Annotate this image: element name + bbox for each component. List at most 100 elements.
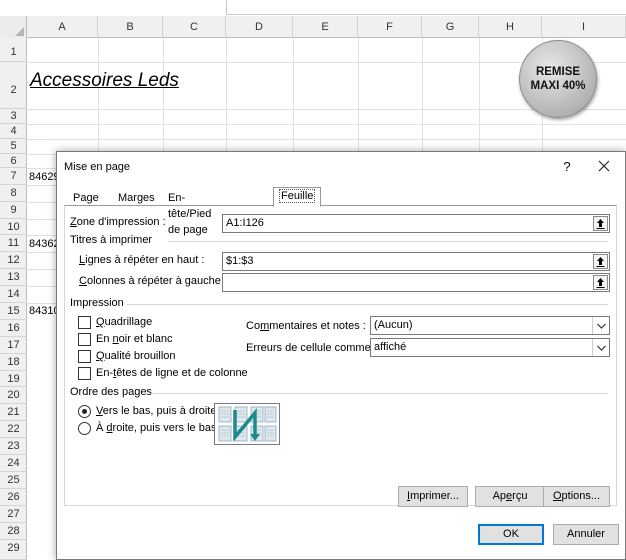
rows-repeat-value: $1:$3 (226, 255, 254, 267)
page-order-group-label: Ordre des pages (70, 386, 152, 398)
sheet-title-cell[interactable]: Accessoires Leds (30, 70, 179, 92)
over-then-down-radio[interactable] (78, 422, 91, 435)
options-button[interactable]: Options... (543, 486, 610, 507)
row-header[interactable]: 1 (0, 38, 27, 62)
column-header-i[interactable]: I (542, 16, 626, 38)
over-then-down-label: À droite, puis vers le bas (96, 422, 217, 434)
row-header[interactable]: 5 (0, 139, 27, 154)
row-header[interactable]: 12 (0, 252, 27, 269)
print-area-value: A1:I126 (226, 217, 264, 229)
cell-value[interactable]: 84310 (29, 305, 60, 317)
row-header[interactable]: 16 (0, 320, 27, 337)
row-header[interactable]: 25 (0, 472, 27, 489)
row-header[interactable]: 21 (0, 404, 27, 421)
down-then-over-radio[interactable] (78, 405, 91, 418)
black-white-label: En noir et blanc (96, 333, 173, 345)
tab-sheet[interactable]: Feuille (273, 187, 322, 207)
tab-margins[interactable]: Marges (112, 189, 161, 206)
row-header[interactable]: 24 (0, 455, 27, 472)
cancel-button[interactable]: Annuler (553, 524, 619, 545)
rows-repeat-input[interactable]: $1:$3 (222, 252, 610, 271)
row-header[interactable]: 4 (0, 124, 27, 139)
row-header[interactable]: 8 (0, 185, 27, 202)
row-header[interactable]: 3 (0, 109, 27, 124)
row-header[interactable]: 29 (0, 540, 27, 560)
badge-line-2: MAXI 40% (530, 80, 586, 92)
cell-value[interactable]: 84362 (29, 238, 60, 250)
print-area-label: Zone d'impression : (70, 216, 166, 228)
cell-errors-value: affiché (374, 341, 407, 353)
row-header[interactable]: 20 (0, 387, 27, 404)
range-select-icon (596, 278, 605, 288)
formula-bar[interactable] (226, 0, 626, 15)
row-header[interactable]: 14 (0, 286, 27, 303)
row-header[interactable]: 27 (0, 506, 27, 523)
row-header[interactable]: 18 (0, 354, 27, 371)
row-header[interactable]: 17 (0, 337, 27, 354)
cols-repeat-input[interactable] (222, 273, 610, 292)
column-header-g[interactable]: G (422, 16, 479, 38)
close-button[interactable] (594, 156, 614, 176)
column-header-f[interactable]: F (358, 16, 422, 38)
cell-errors-select[interactable]: affiché (370, 338, 610, 357)
print-button[interactable]: Imprimer... (398, 486, 468, 507)
help-button[interactable]: ? (557, 157, 577, 177)
cols-repeat-label: Colonnes à répéter à gauche : (79, 275, 227, 287)
row-header[interactable]: 23 (0, 438, 27, 455)
print-group-label: Impression (70, 297, 124, 309)
print-titles-group-label: Titres à imprimer (70, 234, 153, 246)
formula-bar-area (0, 0, 626, 16)
row-header[interactable]: 7 (0, 168, 27, 185)
row-header[interactable]: 10 (0, 219, 27, 235)
dialog-title: Mise en page (64, 161, 131, 173)
select-all-corner[interactable] (0, 16, 27, 38)
row-header[interactable]: 9 (0, 202, 27, 219)
row-header[interactable]: 22 (0, 421, 27, 438)
collapse-dialog-button[interactable] (593, 216, 608, 231)
discount-badge[interactable]: REMISE MAXI 40% (519, 40, 597, 118)
row-col-headings-label: En-têtes de ligne et de colonne (96, 367, 248, 379)
row-col-headings-checkbox[interactable] (78, 367, 91, 380)
cell-value[interactable]: 84629 (29, 171, 60, 183)
column-header-a[interactable]: A (27, 16, 98, 38)
row-header[interactable]: 19 (0, 371, 27, 387)
range-select-icon (596, 219, 605, 229)
column-header-c[interactable]: C (163, 16, 226, 38)
comments-select[interactable]: (Aucun) (370, 316, 610, 335)
row-headers: 1 2 3 4 5 6 7 8 9 10 11 12 13 14 15 16 1… (0, 38, 27, 560)
draft-quality-label: Qualité brouillon (96, 350, 176, 362)
column-headers: A B C D E F G H I (0, 16, 626, 38)
close-icon (598, 160, 610, 172)
tab-sheet-label: Feuille (279, 189, 316, 203)
sheet-tab-panel: Zone d'impression : A1:I126 Titres à imp… (64, 205, 617, 507)
column-header-d[interactable]: D (226, 16, 293, 38)
gridlines-label: Quadrillage (96, 316, 153, 328)
row-header[interactable]: 15 (0, 303, 27, 320)
column-header-b[interactable]: B (98, 16, 163, 38)
comments-value: (Aucun) (374, 319, 413, 331)
row-header[interactable]: 6 (0, 154, 27, 168)
row-header[interactable]: 28 (0, 523, 27, 540)
tab-header-footer[interactable]: En-tête/Pied de page (162, 189, 217, 236)
rows-repeat-label: Lignes à répéter en haut : (79, 254, 205, 266)
black-white-checkbox[interactable] (78, 333, 91, 346)
ok-button[interactable]: OK (478, 524, 544, 545)
column-header-h[interactable]: H (479, 16, 542, 38)
row-header[interactable]: 11 (0, 235, 27, 252)
collapse-dialog-button[interactable] (593, 275, 608, 290)
row-header[interactable]: 13 (0, 269, 27, 286)
down-then-over-label: Vers le bas, puis à droite (96, 405, 217, 417)
print-area-input[interactable]: A1:I126 (222, 214, 610, 233)
collapse-dialog-button[interactable] (593, 254, 608, 269)
badge-line-1: REMISE (535, 66, 581, 78)
row-header[interactable]: 2 (0, 62, 27, 109)
preview-button[interactable]: Aperçu (475, 486, 545, 507)
chevron-down-icon (592, 317, 609, 334)
gridlines-checkbox[interactable] (78, 316, 91, 329)
column-header-e[interactable]: E (293, 16, 358, 38)
row-header[interactable]: 26 (0, 489, 27, 506)
page-order-icon (218, 406, 277, 442)
tab-page[interactable]: Page (67, 189, 105, 206)
draft-quality-checkbox[interactable] (78, 350, 91, 363)
comments-label: Commentaires et notes : (246, 320, 366, 332)
